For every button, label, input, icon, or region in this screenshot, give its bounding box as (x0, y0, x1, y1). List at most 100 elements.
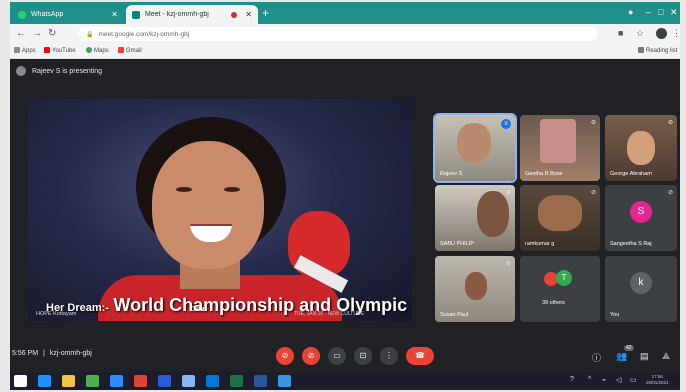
avatar[interactable] (656, 28, 667, 39)
chat-icon[interactable]: ▤ (640, 351, 649, 362)
slide-credit-left: HOPE Kottayam (36, 311, 77, 317)
activities-icon[interactable]: ⟁ (662, 351, 670, 362)
participant-tile[interactable]: ⊘ George Abraham (605, 115, 677, 181)
help-icon[interactable]: ? (570, 376, 574, 383)
captions-button[interactable]: ▭ (328, 347, 346, 365)
meeting-time: 5:56 PM (12, 350, 39, 357)
excel-app-icon[interactable] (230, 375, 243, 387)
new-tab-button[interactable]: + (262, 7, 269, 19)
camera-in-use-icon[interactable]: ■ (618, 28, 623, 38)
participant-tile[interactable]: S ⊘ Sangeetha S Raj (605, 185, 677, 251)
participant-tile[interactable]: ≡ Rajeev S (435, 115, 515, 181)
window-close-button[interactable]: ✕ (670, 7, 678, 18)
forward-icon[interactable]: → (32, 28, 42, 40)
camera-off-icon: ⊘ (307, 351, 315, 360)
presentation-stage[interactable]: Her Dream:- World Championship and Olymp… (28, 99, 412, 321)
bookmarks-bar: Apps YouTube Maps Gmail Reading list (10, 44, 680, 59)
others-count: 39 others (542, 300, 565, 306)
profile-icon[interactable]: ● (628, 7, 633, 17)
slide-photo-face (152, 141, 264, 269)
edge-icon[interactable] (38, 375, 51, 387)
store-icon[interactable] (110, 375, 123, 387)
people-icon[interactable]: 👥 (616, 351, 627, 362)
word-app-icon[interactable] (254, 375, 267, 387)
meet-control-bar: 5:56 PM | kzj-ommh-gbj ⊘ ⊘ ▭ ⊡ ⋮ ☎ ⓘ 👥 4… (10, 343, 680, 369)
presenting-text: Rajeev S is presenting (32, 67, 103, 75)
participant-video (627, 131, 655, 165)
lock-icon: 🔒 (86, 31, 94, 38)
youtube-icon (44, 47, 50, 53)
screen: WhatsApp ✕ Meet - kzj-ommh-gbj ✕ + ● – □… (10, 2, 680, 390)
browser-icon[interactable] (182, 375, 195, 387)
meeting-details: 5:56 PM | kzj-ommh-gbj (12, 350, 92, 357)
tab-whatsapp[interactable]: WhatsApp ✕ (12, 5, 124, 24)
network-icon[interactable]: ⌁ (602, 376, 606, 384)
slide-photo-eye (224, 187, 240, 192)
participant-tile[interactable]: ⊘ ramkumar g (520, 185, 600, 251)
participant-name: George Abraham (610, 171, 652, 177)
word-icon[interactable] (158, 375, 171, 387)
bookmark-gmail[interactable]: Gmail (118, 47, 142, 54)
edge-app-icon[interactable] (278, 375, 291, 387)
file-explorer-icon[interactable] (62, 375, 75, 387)
mic-off-icon: ⊘ (505, 190, 511, 196)
participant-tile[interactable]: ⊘ Susan Paul (435, 256, 515, 322)
close-icon[interactable]: ✕ (245, 10, 252, 19)
mic-off-icon: ⊘ (667, 120, 673, 126)
participant-initial-avatar: S (630, 201, 652, 223)
participant-tile[interactable]: T 39 others (520, 256, 600, 322)
reading-list[interactable]: Reading list (638, 47, 677, 54)
chrome-icon[interactable] (134, 375, 147, 387)
participant-video (477, 191, 509, 237)
participant-name: Susan Paul (440, 312, 469, 318)
tab-meet[interactable]: Meet - kzj-ommh-gbj ✕ (126, 5, 258, 24)
meet-icon (132, 10, 140, 19)
participant-tile[interactable]: ⊘ Geetha R Bose (520, 115, 600, 181)
meeting-code: kzj-ommh-gbj (49, 350, 92, 357)
bookmark-apps[interactable]: Apps (14, 47, 36, 54)
back-icon[interactable]: ← (16, 28, 26, 40)
windows-start-icon[interactable] (14, 375, 27, 387)
recording-indicator-icon (231, 11, 238, 18)
captions-icon: ▭ (333, 351, 341, 360)
bookmark-star-icon[interactable]: ☆ (636, 28, 644, 39)
speaking-indicator-icon: ≡ (501, 119, 511, 129)
excel-icon[interactable] (86, 375, 99, 387)
system-clock[interactable]: 17:56 26/01/2021 (646, 374, 669, 386)
os-taskbar: ? ^ ⌁ ◁ ▭ 17:56 26/01/2021 (10, 372, 680, 390)
presenter-avatar (16, 66, 26, 76)
participant-name: You (610, 312, 620, 318)
participant-initial-avatar: T (556, 270, 572, 286)
present-button[interactable]: ⊡ (354, 347, 372, 365)
slide-brand-logo: Dida (190, 306, 205, 313)
volume-icon[interactable]: ◁ (616, 376, 621, 384)
reload-icon[interactable]: ↻ (48, 28, 56, 40)
mic-toggle-button[interactable]: ⊘ (276, 347, 294, 365)
address-bar[interactable]: 🔒 meet.google.com/kzj-ommh-gbj (78, 27, 598, 41)
mic-off-icon: ⊘ (590, 190, 596, 196)
participant-name: ramkumar g (525, 241, 555, 247)
mic-off-icon: ⊘ (505, 261, 511, 267)
bookmark-youtube[interactable]: YouTube (44, 47, 76, 54)
participant-video (457, 123, 491, 163)
hang-up-icon: ☎ (415, 351, 425, 360)
mic-off-icon: ⊘ (590, 120, 596, 126)
participant-name: Rajeev S (440, 171, 463, 177)
participant-tile-self[interactable]: k You (605, 256, 677, 322)
skype-icon[interactable] (206, 375, 219, 387)
minimize-button[interactable]: – (646, 7, 651, 17)
meeting-info-icon[interactable]: ⓘ (592, 351, 601, 364)
participant-name: Geetha R Bose (525, 171, 563, 177)
participant-tile[interactable]: ⊘ SABU PHILIP (435, 185, 515, 251)
battery-icon[interactable]: ▭ (630, 376, 637, 384)
menu-icon[interactable]: ⋮ (672, 28, 680, 39)
close-icon[interactable]: ✕ (111, 10, 118, 19)
browser-toolbar: ← → ↻ 🔒 meet.google.com/kzj-ommh-gbj ■ ☆… (10, 24, 680, 44)
leave-call-button[interactable]: ☎ (406, 347, 434, 365)
people-count-badge: 42 (624, 345, 634, 351)
bookmark-maps[interactable]: Maps (86, 47, 109, 54)
camera-toggle-button[interactable]: ⊘ (302, 347, 320, 365)
maximize-button[interactable]: □ (658, 7, 663, 17)
tray-chevron-icon[interactable]: ^ (588, 376, 591, 383)
more-options-button[interactable]: ⋮ (380, 347, 398, 365)
